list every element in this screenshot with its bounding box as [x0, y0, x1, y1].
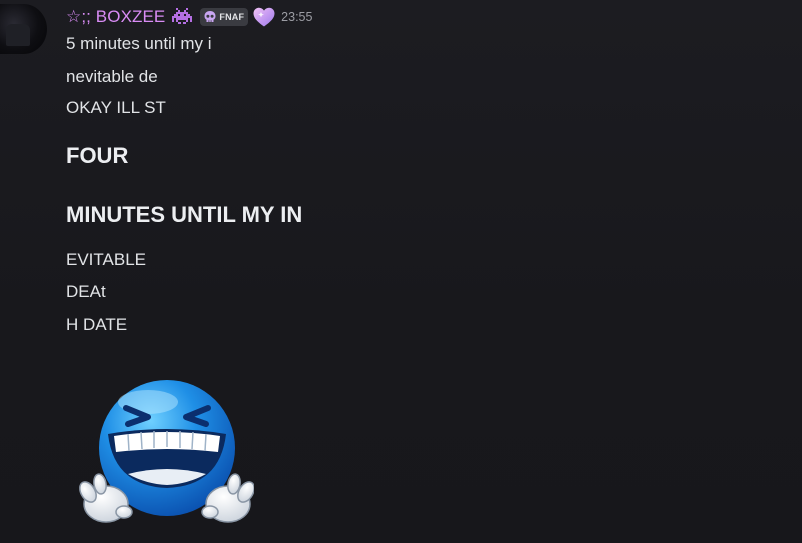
alien-monster-icon: [172, 8, 193, 24]
user-avatar[interactable]: [0, 4, 47, 54]
message-timestamp[interactable]: 23:55: [281, 10, 312, 24]
message-heading: FOUR: [66, 143, 129, 168]
message-line: EVITABLE: [66, 250, 146, 269]
laughing-blue-face-emoji[interactable]: [78, 374, 254, 534]
skull-icon: [204, 11, 216, 22]
message-line: DEAt: [66, 282, 106, 301]
avatar-figure: [6, 24, 30, 46]
message-header: ☆;; BOXZEE FNAF 23:55: [66, 5, 312, 29]
message-line: H DATE: [66, 315, 128, 334]
username[interactable]: ☆;; BOXZEE: [66, 7, 165, 27]
message-line: 5 minutes until my i: [66, 34, 212, 53]
heart-icon: [253, 7, 275, 27]
guild-tag[interactable]: FNAF: [200, 8, 249, 26]
message-line: nevitable de: [66, 67, 158, 86]
message-line: OKAY ILL ST: [66, 98, 166, 117]
message-heading: MINUTES UNTIL MY IN: [66, 202, 303, 227]
guild-tag-label: FNAF: [219, 12, 245, 22]
chat-message: ☆;; BOXZEE FNAF 23:55 5 minutes until my…: [0, 0, 802, 543]
